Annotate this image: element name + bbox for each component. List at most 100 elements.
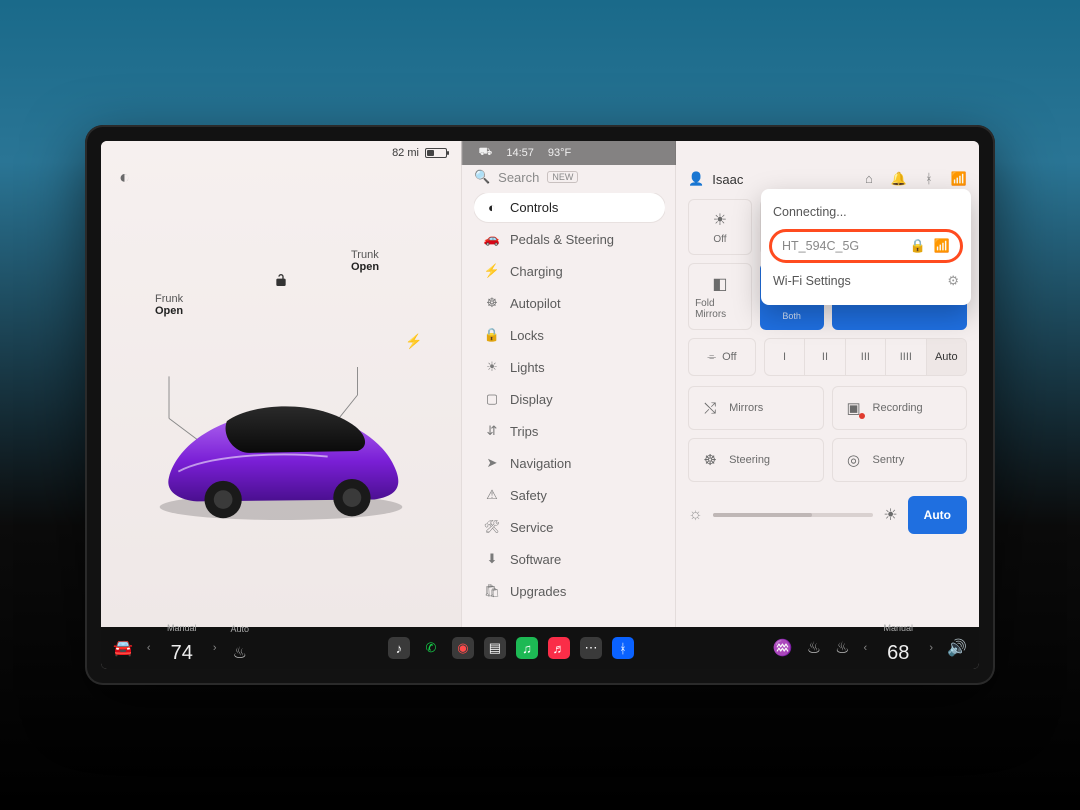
safety-icon: ⚠: [484, 487, 500, 503]
vehicle-visualization-pane: 82 mi ◐ ⚡ Frunk Open Trunk Open: [101, 141, 461, 627]
menu-item-trips[interactable]: ⇵Trips: [474, 416, 665, 446]
steer-icon: ☸: [484, 295, 500, 311]
wiper-level-I[interactable]: I: [765, 339, 804, 375]
screen: ⛟ 14:57 93°F 👤 Isaac 82 mi ◐ ⚡: [101, 141, 979, 669]
menu-item-software[interactable]: ⬇Software: [474, 544, 665, 574]
menu-item-locks[interactable]: 🔒Locks: [474, 320, 665, 350]
light-icon: ☀: [484, 359, 500, 375]
spotify-app-icon[interactable]: ♫: [516, 637, 538, 659]
car-icon: 🚗: [484, 231, 500, 247]
media-app-icon[interactable]: ♪: [388, 637, 410, 659]
search-row[interactable]: 🔍 Search NEW: [474, 169, 665, 185]
menu-item-charging[interactable]: ⚡Charging: [474, 256, 665, 286]
person-icon: 👤: [688, 171, 704, 187]
menu-item-pedals-steering[interactable]: 🚗Pedals & Steering: [474, 224, 665, 254]
right-temp[interactable]: 68: [881, 642, 915, 665]
left-temp[interactable]: 74: [165, 642, 199, 665]
brightness-slider[interactable]: [713, 513, 874, 517]
service-icon: 🛠: [484, 519, 500, 535]
menu-item-autopilot[interactable]: ☸Autopilot: [474, 288, 665, 318]
search-placeholder: Search: [498, 170, 539, 185]
app-tray: ♪ ✆ ◉ ▤ ♫ ♬ ⋯ ᚼ: [388, 637, 634, 659]
brightness-high-icon: ☀: [883, 505, 897, 525]
left-climate-mode: Manual: [165, 623, 199, 633]
driver-name[interactable]: Isaac: [712, 172, 743, 187]
steering-adjust-tile[interactable]: ☸ Steering: [688, 438, 823, 482]
lights-tile[interactable]: ☀ Off: [688, 199, 752, 255]
car-render: [101, 266, 461, 627]
bottom-dock: 🚘 ‹ Manual 74 › Auto ♨ ♪ ✆ ◉ ▤ ♫ ♬ ⋯ ᚼ ♒: [101, 627, 979, 669]
wifi-ssid: HT_594C_5G: [782, 239, 859, 253]
wiper-icon: ⌯: [707, 351, 716, 364]
wifi-status: Connecting...: [761, 197, 971, 227]
wiper-speed-segment: IIIIIIIIIIAuto: [764, 338, 967, 376]
brightness-auto-button[interactable]: Auto: [908, 496, 967, 534]
wiper-off-tile[interactable]: ⌯ Off: [688, 338, 756, 376]
right-climate-mode: Manual: [881, 623, 915, 633]
car-app-icon[interactable]: 🚘: [113, 638, 133, 658]
download-icon: ⬇: [484, 551, 500, 567]
temp-left-down[interactable]: ‹: [147, 642, 151, 654]
clock: 14:57: [506, 147, 534, 159]
menu-item-service[interactable]: 🛠Service: [474, 512, 665, 542]
menu-item-navigation[interactable]: ➤Navigation: [474, 448, 665, 478]
camera-app-icon[interactable]: ◉: [452, 637, 474, 659]
wiper-auto[interactable]: Auto: [926, 339, 966, 375]
bluetooth-app-icon[interactable]: ᚼ: [612, 637, 634, 659]
fold-mirrors-tile[interactable]: ◧ Fold Mirrors: [688, 263, 752, 330]
range-miles: 82 mi: [392, 147, 419, 159]
adjust-mirrors-icon: ⤭: [701, 400, 719, 417]
mirror-icon: ◧: [712, 274, 727, 294]
sentry-icon: ◎: [845, 451, 863, 469]
menu-item-controls[interactable]: ◐Controls: [474, 193, 665, 222]
bolt-icon: ⚡: [484, 263, 500, 279]
battery-icon: [425, 148, 447, 158]
lock-icon: 🔒: [484, 327, 500, 343]
wifi-network-row[interactable]: HT_594C_5G 🔒 📶: [769, 229, 963, 263]
calendar-app-icon[interactable]: ▤: [484, 637, 506, 659]
menu-item-upgrades[interactable]: 🛍Upgrades: [474, 576, 665, 606]
homelink-icon[interactable]: ⌂: [865, 171, 873, 187]
steering-wheel-icon: ☸: [701, 451, 719, 469]
bag-icon: 🛍: [484, 583, 500, 599]
wiper-level-IIII[interactable]: IIII: [885, 339, 925, 375]
volume-icon[interactable]: 🔊: [947, 638, 967, 658]
wiper-level-III[interactable]: III: [845, 339, 885, 375]
wifi-settings-row[interactable]: Wi-Fi Settings ⚙: [761, 265, 971, 297]
notifications-icon[interactable]: 🔔: [891, 171, 907, 187]
temp-right-down[interactable]: ‹: [863, 642, 867, 654]
signal-icon[interactable]: 📶: [951, 171, 967, 187]
settings-menu-pane: 🔍 Search NEW ◐Controls🚗Pedals & Steering…: [461, 141, 676, 627]
toggle-icon: ◐: [484, 200, 500, 215]
vehicle-touchscreen: ⛟ 14:57 93°F 👤 Isaac 82 mi ◐ ⚡: [85, 125, 995, 685]
trips-icon: ⇵: [484, 423, 500, 439]
all-apps-icon[interactable]: ⋯: [580, 637, 602, 659]
brightness-low-icon: ☼: [688, 506, 703, 524]
menu-item-lights[interactable]: ☀Lights: [474, 352, 665, 382]
bluetooth-icon[interactable]: ᚼ: [925, 171, 933, 187]
phone-app-icon[interactable]: ✆: [420, 637, 442, 659]
menu-item-safety[interactable]: ⚠Safety: [474, 480, 665, 510]
wiper-level-II[interactable]: II: [804, 339, 844, 375]
left-seat-mode: Auto: [231, 624, 250, 634]
gear-icon: ⚙: [947, 273, 959, 289]
menu-item-display[interactable]: ▢Display: [474, 384, 665, 414]
controls-pane: 👤 Isaac ⌂ 🔔 ᚼ 📶 ☀ Off: [676, 141, 979, 627]
mirrors-adjust-tile[interactable]: ⤭ Mirrors: [688, 386, 823, 430]
dashcam-tile[interactable]: ▣ Recording: [832, 386, 967, 430]
temp-left-up[interactable]: ›: [213, 642, 217, 654]
outside-temp: 93°F: [548, 147, 571, 159]
new-badge: NEW: [547, 171, 578, 183]
seat-heater-right-icon[interactable]: ♨: [835, 638, 849, 658]
headlight-icon[interactable]: ◐: [119, 167, 130, 188]
apple-music-app-icon[interactable]: ♬: [548, 637, 570, 659]
defrost-front-icon[interactable]: ♒: [773, 638, 793, 658]
seat-heater-left-icon[interactable]: ♨: [233, 645, 247, 662]
temp-right-up[interactable]: ›: [929, 642, 933, 654]
defrost-rear-icon[interactable]: ♨: [807, 638, 821, 658]
sentry-tile[interactable]: ◎ Sentry: [832, 438, 967, 482]
lock-icon: 🔒: [910, 238, 926, 254]
settings-menu: ◐Controls🚗Pedals & Steering⚡Charging☸Aut…: [474, 193, 665, 606]
wifi-icon: 📶: [934, 238, 950, 254]
display-icon: ▢: [484, 391, 500, 407]
